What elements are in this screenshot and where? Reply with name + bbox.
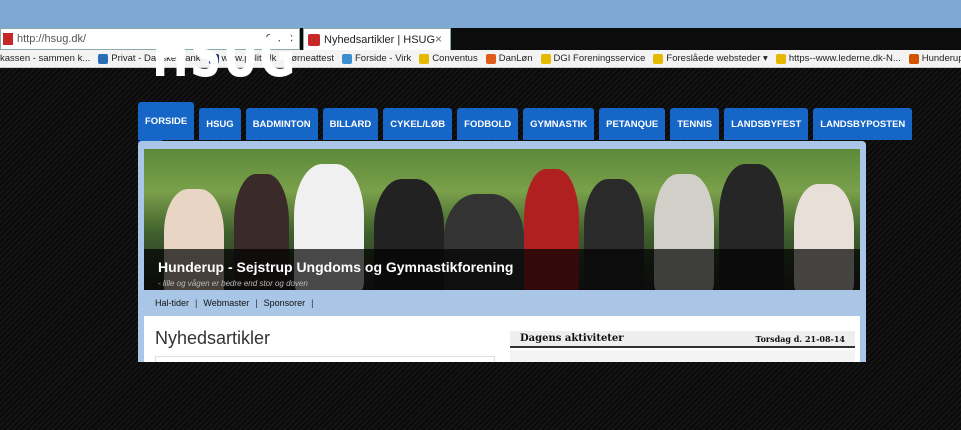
nav-item-badminton[interactable]: BADMINTON [245,108,318,140]
site-logo[interactable]: HSUG [152,22,296,91]
sub-link-separator: | [311,298,314,308]
nav-item-landsbyposten[interactable]: LANDSBYPOSTEN [813,108,913,140]
activities-title: Dagens aktiviteter [520,333,624,344]
activities-panel: Dagens aktiviteter Torsdag d. 21-08-14 [510,331,855,362]
header-banner-image: Hunderup - Sejstrup Ungdoms og Gymnastik… [144,149,860,290]
nav-item-petanque[interactable]: PETANQUE [599,108,666,140]
site-favicon-icon [3,33,13,45]
sub-link-sponsorer[interactable]: Sponsorer [264,298,306,308]
page-title: Nyhedsartikler [155,328,271,348]
bookmark-icon [419,53,430,64]
bookmark-item[interactable]: DGI Foreningsservice [540,53,646,64]
bookmark-label: Foreslåede websteder ▾ [666,53,768,64]
nav-item-gymnastik[interactable]: GYMNASTIK [523,108,595,140]
bookmark-item[interactable]: Forside - Virk [341,53,412,64]
nav-item-hsug[interactable]: HSUG [199,108,241,140]
banner-caption: Hunderup - Sejstrup Ungdoms og Gymnastik… [144,249,860,290]
sub-link-webmaster[interactable]: Webmaster [203,298,249,308]
browser-tab[interactable]: Nyhedsartikler | HSUG × [303,28,451,50]
news-article-box [155,356,495,362]
activities-date: Torsdag d. 21-08-14 [755,333,845,344]
bookmark-item[interactable]: DanLøn [485,53,533,64]
activities-header: Dagens aktiviteter Torsdag d. 21-08-14 [510,331,855,348]
bookmark-icon [540,53,551,64]
address-url[interactable]: http://hsug.dk/ [17,33,86,45]
sub-link-hal-tider[interactable]: Hal-tider [155,298,189,308]
bookmark-item[interactable]: Conventus [419,53,478,64]
nav-item-forside[interactable]: FORSIDE [138,102,195,140]
banner-title: Hunderup - Sejstrup Ungdoms og Gymnastik… [158,259,514,275]
bookmark-label: kassen - sammen k... [0,53,91,64]
sub-link-separator: | [195,298,198,308]
bookmark-label: https--www.lederne.dk-N... [788,53,901,64]
tab-close-icon[interactable]: × [435,32,442,46]
nav-item-fodbold[interactable]: FODBOLD [457,108,519,140]
nav-item-landsbyfest[interactable]: LANDSBYFEST [724,108,809,140]
tab-title: Nyhedsartikler | HSUG [324,33,436,46]
bookmark-icon [775,53,786,64]
main-navigation: FORSIDE HSUG BADMINTON BILLARD CYKEL/LØB FODB… [138,102,917,140]
sub-links: Hal-tider | Webmaster | Sponsorer | [155,298,319,308]
bookmark-label: Hunderup-Sejstrup [921,53,961,64]
bookmark-icon [341,53,352,64]
activities-body [510,350,855,362]
bookmark-icon [908,53,919,64]
browser-title-bar [0,0,961,28]
nav-item-tennis[interactable]: TENNIS [670,108,720,140]
bookmark-label: DanLøn [498,53,533,64]
tab-favicon-icon [308,33,320,46]
bookmark-icon [653,53,664,64]
bookmark-item[interactable]: Foreslåede websteder ▾ [653,53,768,64]
banner-subtitle: - lille og vågen er bedre end stor og do… [158,279,308,288]
nav-item-billard[interactable]: BILLARD [322,108,379,140]
bookmark-item[interactable]: kassen - sammen k... [0,53,90,64]
sub-link-separator: | [255,298,258,308]
bookmark-icon [485,53,496,64]
nav-item-cykel-løb[interactable]: CYKEL/LØB [383,108,453,140]
bookmark-item[interactable]: Hunderup-Sejstrup [908,53,961,64]
bookmark-label: DGI Foreningsservice [553,53,646,64]
bookmark-label: Forside - Virk [354,53,412,64]
bookmark-label: Conventus [432,53,478,64]
bookmark-icon [98,53,109,64]
bookmark-item[interactable]: https--www.lederne.dk-N... [775,53,901,64]
bookmarks-bar: kassen - sammen k... Privat - Danske Bank… [0,50,961,68]
